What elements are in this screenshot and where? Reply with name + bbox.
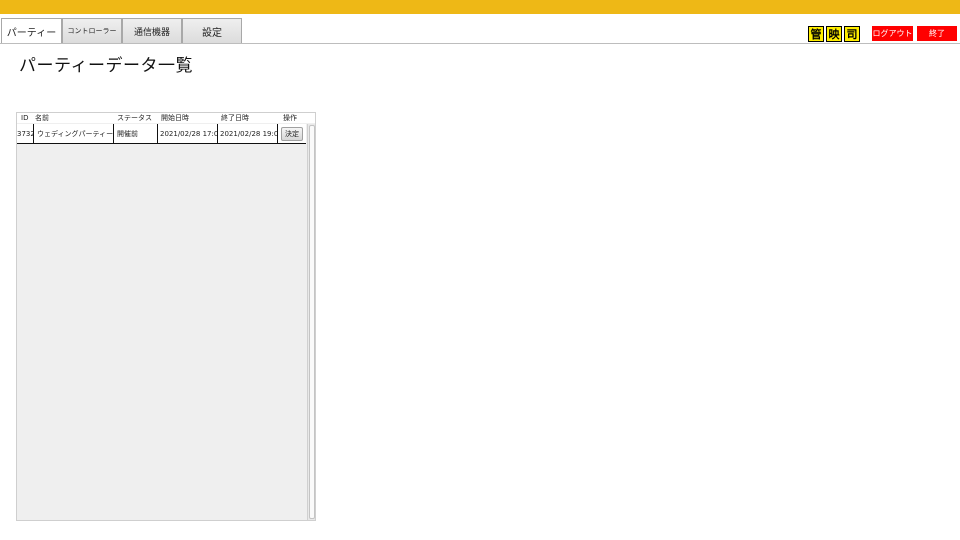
page-title: パーティーデータ一覧: [19, 56, 193, 76]
logout-button[interactable]: ログアウト: [872, 26, 913, 41]
table-row: 3732 ウェディングパーティー 開催前 2021/02/28 17:00 20…: [17, 124, 306, 144]
badge-ei: 映: [826, 26, 842, 42]
column-header-start: 開始日時: [161, 114, 189, 122]
tab-controller[interactable]: コントローラー: [62, 18, 122, 43]
column-separator: [157, 124, 158, 144]
badge-shi: 司: [844, 26, 860, 42]
scrollbar-thumb[interactable]: [309, 125, 315, 519]
column-separator: [113, 124, 114, 144]
decide-button[interactable]: 決定: [281, 127, 303, 141]
column-header-id: ID: [21, 114, 29, 122]
party-table: ID 名前 ステータス 開始日時 終了日時 操作 3732 ウェディングパーティ…: [16, 112, 316, 521]
cell-id: 3732: [17, 130, 33, 138]
tab-settings[interactable]: 設定: [182, 18, 242, 43]
exit-button[interactable]: 終了: [917, 26, 957, 41]
column-header-status: ステータス: [117, 114, 152, 122]
cell-status: 開催前: [117, 130, 138, 138]
cell-name: ウェディングパーティー: [37, 130, 113, 138]
table-header: ID 名前 ステータス 開始日時 終了日時 操作: [17, 113, 315, 123]
tab-party[interactable]: パーティー: [1, 18, 62, 45]
column-separator: [277, 124, 278, 144]
column-header-action: 操作: [283, 114, 297, 122]
column-header-name: 名前: [35, 114, 49, 122]
badge-kan: 管: [808, 26, 824, 42]
tab-communication-devices[interactable]: 通信機器: [122, 18, 182, 43]
column-separator: [217, 124, 218, 144]
tab-baseline: [0, 43, 960, 44]
column-separator: [33, 124, 34, 144]
vertical-scrollbar[interactable]: [307, 124, 315, 520]
cell-start: 2021/02/28 17:00: [160, 130, 218, 138]
top-accent-bar: [0, 0, 960, 14]
column-header-end: 終了日時: [221, 114, 249, 122]
cell-end: 2021/02/28 19:00: [220, 130, 278, 138]
